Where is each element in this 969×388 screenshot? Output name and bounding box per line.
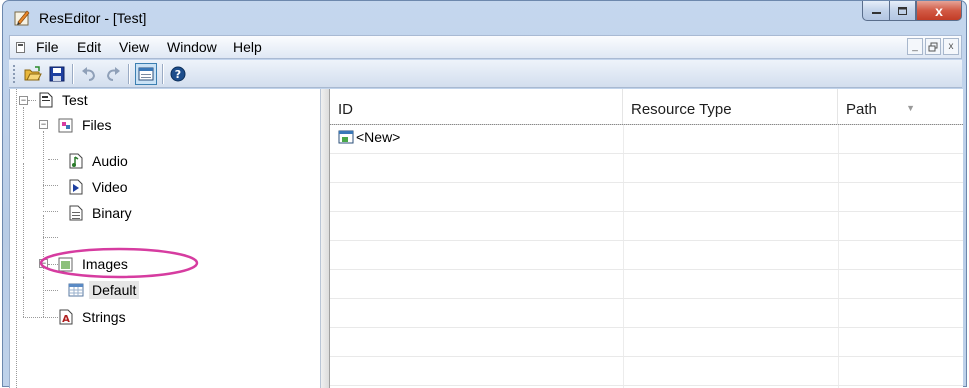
close-button[interactable]: x: [916, 1, 962, 21]
svg-text:?: ?: [175, 68, 181, 81]
pane-splitter[interactable]: [321, 89, 330, 388]
highlight-ellipse: [39, 247, 199, 279]
save-icon[interactable]: [46, 63, 68, 85]
toolbar-separator: [128, 64, 129, 84]
tree-label: Video: [92, 179, 128, 195]
tree-label: Strings: [82, 309, 126, 325]
maximize-button[interactable]: [889, 1, 916, 21]
tree-node-test[interactable]: Test: [38, 89, 91, 111]
image-list-icon: [68, 282, 84, 298]
table-row: [330, 183, 963, 212]
app-icon: [14, 9, 31, 26]
toolbar-grip[interactable]: [13, 65, 16, 83]
sort-arrow-icon: ▼: [906, 103, 915, 113]
menu-window[interactable]: Window: [167, 39, 217, 55]
column-header-resource-type[interactable]: Resource Type: [623, 89, 838, 125]
new-image-icon: [338, 129, 354, 145]
document-menu-icon[interactable]: [16, 42, 25, 53]
menu-help[interactable]: Help: [233, 39, 262, 55]
document-icon: [38, 92, 54, 108]
files-collapse-toggle[interactable]: −: [39, 120, 48, 129]
list-header: ID Resource Type Path ▼: [330, 89, 963, 125]
mdi-close-button[interactable]: x: [943, 38, 959, 55]
video-file-icon: [68, 179, 84, 195]
app-window: ResEditor - [Test] x File Edit View Wind…: [2, 0, 967, 388]
resource-tree[interactable]: − Test − Files Audio Video Binary − Imag…: [10, 89, 321, 388]
new-item-label: <New>: [356, 129, 401, 145]
tree-node-default[interactable]: Default: [68, 279, 140, 301]
table-row[interactable]: [330, 125, 963, 154]
table-row: [330, 357, 963, 386]
resource-list[interactable]: ID Resource Type Path ▼ <New>: [330, 89, 963, 388]
tree-node-files[interactable]: Files: [58, 114, 115, 136]
mdi-buttons: _ x: [907, 38, 959, 55]
toolbar-separator: [162, 64, 163, 84]
strings-icon: A: [58, 309, 74, 325]
view-toggle-icon[interactable]: [135, 63, 157, 85]
table-row: [330, 241, 963, 270]
tree-node-video[interactable]: Video: [68, 176, 131, 198]
table-row: [330, 270, 963, 299]
column-header-path[interactable]: Path: [838, 89, 963, 125]
mdi-restore-button[interactable]: [925, 38, 941, 55]
column-header-id[interactable]: ID: [330, 89, 623, 125]
menu-view[interactable]: View: [119, 39, 149, 55]
audio-file-icon: [68, 153, 84, 169]
tree-node-binary[interactable]: Binary: [68, 202, 135, 224]
tree-node-audio[interactable]: Audio: [68, 150, 131, 172]
files-folder-icon: [58, 117, 74, 133]
menu-bar: File Edit View Window Help _ x: [9, 35, 962, 59]
test-collapse-toggle[interactable]: −: [19, 96, 28, 105]
table-row: [330, 299, 963, 328]
toolbar: ?: [9, 60, 962, 88]
redo-icon[interactable]: [102, 63, 124, 85]
window-title: ResEditor - [Test]: [39, 10, 147, 26]
table-row: [330, 328, 963, 357]
tree-label: Files: [82, 117, 112, 133]
client-area: − Test − Files Audio Video Binary − Imag…: [9, 89, 963, 388]
menu-edit[interactable]: Edit: [77, 39, 101, 55]
svg-text:A: A: [62, 314, 70, 325]
minimize-button[interactable]: [862, 1, 889, 21]
menu-file[interactable]: File: [36, 39, 59, 55]
title-bar[interactable]: ResEditor - [Test] x: [3, 1, 966, 37]
table-row: [330, 212, 963, 241]
tree-node-strings[interactable]: A Strings: [58, 306, 129, 328]
tree-label: Audio: [92, 153, 128, 169]
new-item-cell[interactable]: <New>: [338, 129, 400, 145]
toolbar-separator: [72, 64, 73, 84]
tree-label: Binary: [92, 205, 132, 221]
caption-buttons: x: [862, 1, 962, 23]
table-row: [330, 154, 963, 183]
tree-label: Test: [62, 92, 88, 108]
help-icon[interactable]: ?: [167, 63, 189, 85]
binary-file-icon: [68, 205, 84, 221]
tree-label: Default: [89, 281, 140, 299]
mdi-minimize-button[interactable]: _: [907, 38, 923, 55]
undo-icon[interactable]: [78, 63, 100, 85]
open-icon[interactable]: [22, 63, 44, 85]
